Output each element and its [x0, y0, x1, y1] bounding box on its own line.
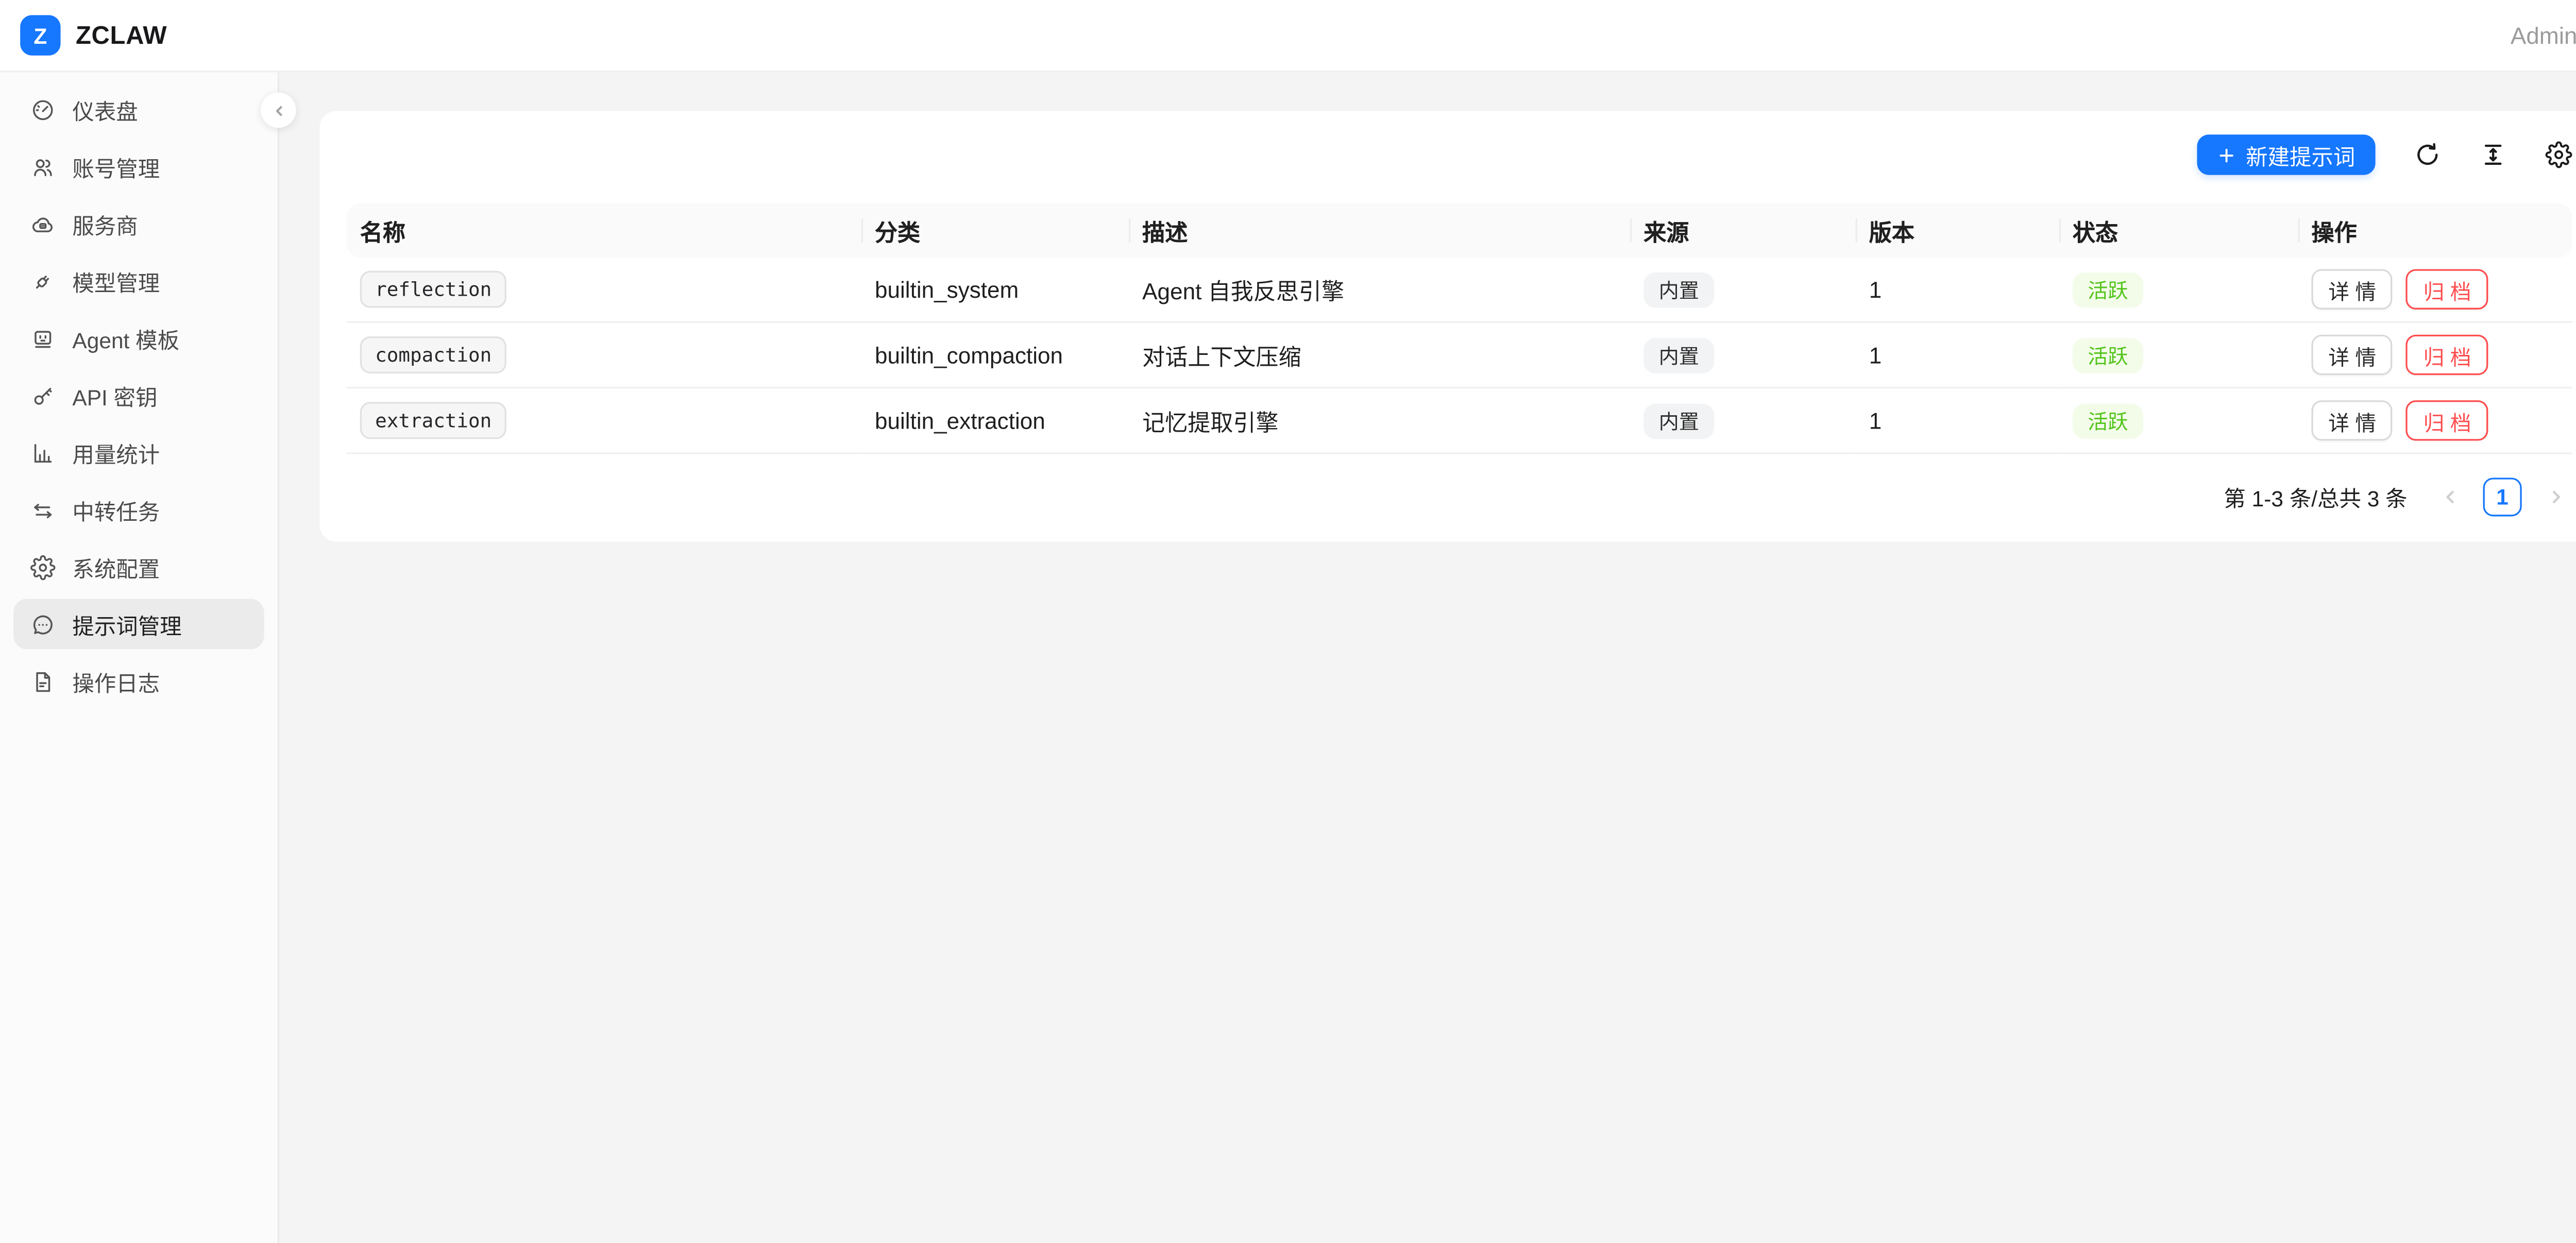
status-badge: 活跃 — [2073, 337, 2143, 373]
sidebar-item-label: API 密钥 — [72, 379, 157, 411]
new-prompt-button[interactable]: 新建提示词 — [2197, 134, 2375, 175]
admin-app: Z ZCLAW Admin 仪表盘 账号管理 服务商 模型管理 Agent 模板… — [0, 0, 2576, 1243]
row-actions: 详 情 归 档 — [2312, 335, 2559, 375]
row-actions: 详 情 归 档 — [2312, 400, 2559, 440]
sidebar-item-label: 服务商 — [72, 208, 138, 240]
sidebar-item-operation-logs[interactable]: 操作日志 — [13, 656, 264, 706]
sidebar-item-label: 中转任务 — [72, 493, 160, 525]
prompt-description-cell: 对话上下文压缩 — [1129, 322, 1630, 387]
prompt-version-cell: 1 — [1856, 258, 2059, 322]
sidebar-item-label: 模型管理 — [72, 265, 160, 297]
chat-icon — [30, 611, 56, 637]
sidebar-item-models[interactable]: 模型管理 — [13, 256, 264, 306]
dashboard-icon — [30, 97, 56, 122]
robot-icon — [30, 326, 56, 351]
detail-button[interactable]: 详 情 — [2312, 335, 2393, 375]
table-toolbar: 新建提示词 — [347, 134, 2572, 175]
table-settings-gear-icon[interactable] — [2545, 141, 2572, 168]
pagination-total-text: 第 1-3 条/总共 3 条 — [2224, 481, 2407, 513]
gear-icon — [30, 554, 56, 580]
prompt-category-cell: builtin_extraction — [861, 388, 1129, 453]
pagination-next-button[interactable] — [2538, 479, 2572, 516]
prompt-name-tag: reflection — [360, 271, 507, 308]
table-row: reflection builtin_system Agent 自我反思引擎 内… — [347, 258, 2572, 322]
chevron-left-icon — [270, 102, 287, 119]
bar-chart-icon — [30, 440, 56, 465]
detail-button[interactable]: 详 情 — [2312, 269, 2393, 309]
sidebar-item-providers[interactable]: 服务商 — [13, 198, 264, 249]
column-header-name: 名称 — [347, 203, 861, 257]
source-tag: 内置 — [1643, 271, 1714, 307]
swap-icon — [30, 497, 56, 522]
chevron-right-icon — [2546, 488, 2565, 506]
row-actions: 详 情 归 档 — [2312, 269, 2559, 309]
prompt-description-cell: 记忆提取引擎 — [1129, 388, 1630, 453]
column-header-description: 描述 — [1129, 203, 1630, 257]
sidebar-item-usage-stats[interactable]: 用量统计 — [13, 427, 264, 478]
main-content: 新建提示词 名称 分类 描述 来源 — [279, 72, 2576, 1243]
user-menu[interactable]: Admin — [2511, 22, 2576, 48]
prompt-name-tag: compaction — [360, 336, 507, 373]
prompts-table: 名称 分类 描述 来源 版本 状态 操作 reflection builtin_… — [347, 203, 2572, 454]
sidebar-item-accounts[interactable]: 账号管理 — [13, 141, 264, 192]
prompt-description-cell: Agent 自我反思引擎 — [1129, 258, 1630, 322]
prompt-table-card: 新建提示词 名称 分类 描述 来源 — [319, 111, 2576, 542]
column-header-actions: 操作 — [2298, 203, 2572, 257]
cloud-icon — [30, 211, 56, 236]
pagination-prev-button[interactable] — [2433, 479, 2466, 516]
source-tag: 内置 — [1643, 337, 1714, 373]
sidebar-item-agent-templates[interactable]: Agent 模板 — [13, 313, 264, 363]
new-prompt-button-label: 新建提示词 — [2246, 139, 2355, 171]
sidebar-item-dashboard[interactable]: 仪表盘 — [13, 84, 264, 134]
table-row: extraction builtin_extraction 记忆提取引擎 内置 … — [347, 388, 2572, 453]
sidebar-item-label: 提示词管理 — [72, 608, 181, 640]
sidebar-item-system-config[interactable]: 系统配置 — [13, 541, 264, 592]
plug-icon — [30, 268, 56, 294]
sidebar-item-prompt-management[interactable]: 提示词管理 — [13, 599, 264, 649]
column-header-source: 来源 — [1630, 203, 1856, 257]
sidebar-item-api-keys[interactable]: API 密钥 — [13, 370, 264, 420]
archive-button[interactable]: 归 档 — [2406, 400, 2488, 440]
sidebar-item-label: 用量统计 — [72, 436, 160, 468]
reload-icon[interactable] — [2414, 141, 2441, 168]
sidebar-item-label: Agent 模板 — [72, 322, 179, 354]
top-header: Z ZCLAW Admin — [0, 0, 2576, 72]
chevron-left-icon — [2440, 488, 2459, 506]
source-tag: 内置 — [1643, 403, 1714, 438]
prompt-name-tag: extraction — [360, 402, 507, 439]
key-icon — [30, 383, 56, 408]
sidebar-item-label: 账号管理 — [72, 150, 160, 182]
column-header-status: 状态 — [2059, 203, 2298, 257]
sidebar: 仪表盘 账号管理 服务商 模型管理 Agent 模板 API 密钥 用量统计 中… — [0, 72, 279, 1243]
pagination-page-1[interactable]: 1 — [2483, 478, 2522, 516]
sidebar-item-label: 操作日志 — [72, 665, 160, 697]
plus-icon — [2217, 145, 2236, 164]
pagination: 第 1-3 条/总共 3 条 1 — [347, 478, 2572, 516]
sidebar-item-label: 仪表盘 — [72, 93, 138, 125]
archive-button[interactable]: 归 档 — [2406, 335, 2488, 375]
prompt-version-cell: 1 — [1856, 388, 2059, 453]
brand-name: ZCLAW — [76, 21, 167, 50]
prompt-category-cell: builtin_compaction — [861, 322, 1129, 387]
brand-logo-icon: Z — [20, 15, 60, 55]
status-badge: 活跃 — [2073, 271, 2143, 307]
archive-button[interactable]: 归 档 — [2406, 269, 2488, 309]
sidebar-item-relay-tasks[interactable]: 中转任务 — [13, 484, 264, 535]
column-header-version: 版本 — [1856, 203, 2059, 257]
sidebar-nav: 仪表盘 账号管理 服务商 模型管理 Agent 模板 API 密钥 用量统计 中… — [13, 84, 264, 706]
column-header-category: 分类 — [861, 203, 1129, 257]
sidebar-collapse-button[interactable] — [261, 93, 296, 128]
prompt-version-cell: 1 — [1856, 322, 2059, 387]
prompt-category-cell: builtin_system — [861, 258, 1129, 322]
status-badge: 活跃 — [2073, 403, 2143, 438]
table-row: compaction builtin_compaction 对话上下文压缩 内置… — [347, 322, 2572, 387]
document-icon — [30, 669, 56, 694]
users-icon — [30, 154, 56, 179]
table-header-row: 名称 分类 描述 来源 版本 状态 操作 — [347, 203, 2572, 257]
table-body: reflection builtin_system Agent 自我反思引擎 内… — [347, 258, 2572, 453]
detail-button[interactable]: 详 情 — [2312, 400, 2393, 440]
sidebar-item-label: 系统配置 — [72, 551, 160, 583]
column-height-icon[interactable] — [2480, 141, 2506, 168]
